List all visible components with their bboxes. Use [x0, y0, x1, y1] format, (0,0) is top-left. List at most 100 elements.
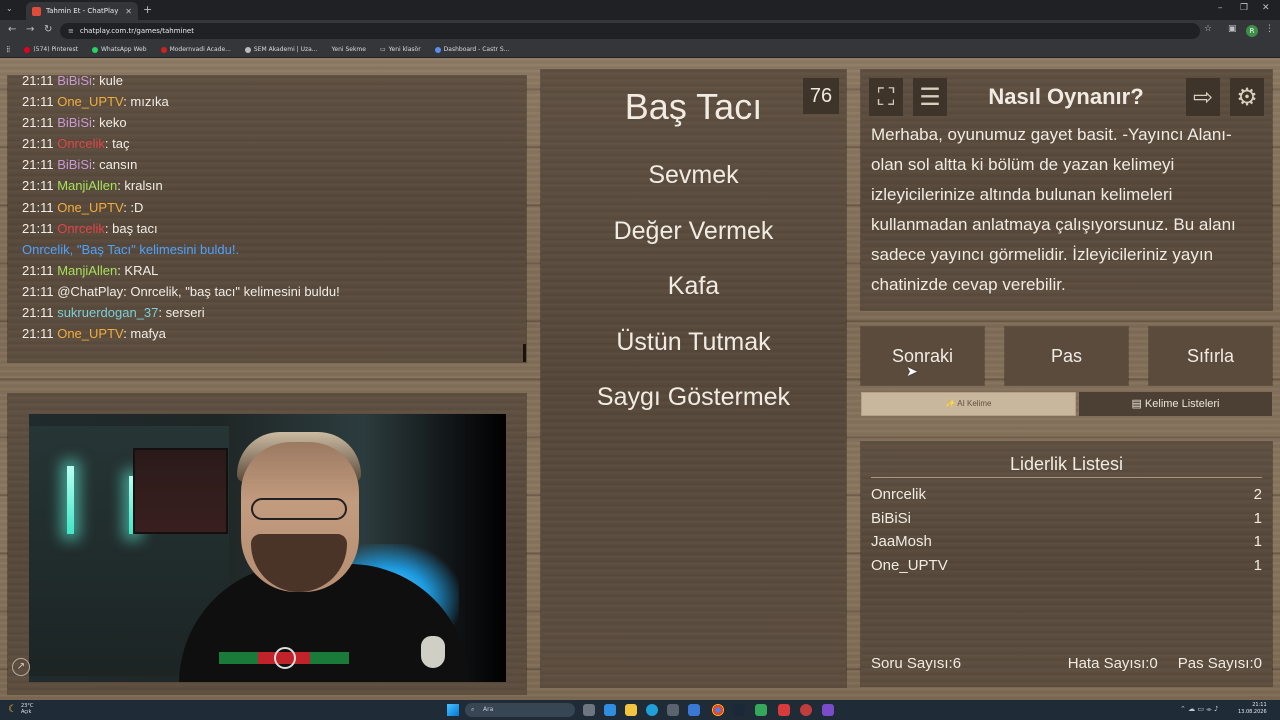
bookmark-label: Modernvadi Acade... [169, 46, 231, 53]
tab-favicon-icon [32, 6, 41, 16]
ai-word-button[interactable]: ✨ AI Kelime [861, 392, 1076, 416]
chat-username[interactable]: Onrcelik [57, 221, 105, 236]
chat-scrollbar[interactable] [523, 344, 526, 362]
chat-username[interactable]: BiBiSi [57, 115, 92, 130]
bookmark-item[interactable]: WhatsApp Web [91, 46, 147, 53]
game-page: 21:11 BiBiSi: kule 21:11 One_UPTV: mızıka… [0, 58, 1280, 700]
chat-username[interactable]: BiBiSi [57, 157, 92, 172]
clock-date: 13.08.2026 [1238, 709, 1267, 715]
task-view-icon[interactable] [583, 704, 595, 716]
chat-username[interactable]: One_UPTV [57, 94, 123, 109]
list-icon: ▤ [1131, 398, 1145, 410]
bookmark-item[interactable]: Dashboard - Castr S... [434, 46, 509, 53]
file-explorer-icon[interactable] [625, 704, 637, 716]
tab-close-icon[interactable]: ✕ [125, 7, 132, 16]
chat-message-text: : serseri [158, 305, 205, 321]
store-icon[interactable] [667, 704, 679, 716]
chat-username[interactable]: One_UPTV [57, 326, 123, 341]
chat-username[interactable]: One_UPTV [57, 200, 123, 215]
exit-icon[interactable]: ⇨ [1186, 78, 1220, 116]
widgets-icon[interactable] [604, 704, 616, 716]
expand-icon[interactable]: ↗ [12, 658, 30, 676]
tab-search-icon[interactable]: ⌄ [6, 4, 13, 13]
chat-list: 21:11 BiBiSi: kule 21:11 One_UPTV: mızıka… [22, 76, 512, 344]
chat-username[interactable]: ManjiAllen [57, 178, 117, 193]
back-icon[interactable]: ← [8, 24, 16, 35]
restore-icon[interactable]: ❐ [1240, 3, 1248, 13]
bookmark-item[interactable]: (574) Pinterest [24, 46, 78, 53]
chat-message: 21:11 BiBiSi: keko [22, 112, 512, 133]
new-tab-icon[interactable]: + [143, 3, 152, 16]
taskbar-search[interactable]: ⌕ Ara [465, 703, 575, 717]
chat-username[interactable]: ManjiAllen [57, 263, 117, 278]
apps-icon[interactable]: ⣿ [6, 46, 10, 53]
address-bar[interactable]: ≡ chatplay.com.tr/games/tahminet [60, 23, 1200, 39]
bookmark-item[interactable]: Yeni Sekme [332, 46, 366, 53]
chat-message-text: : taç [104, 136, 130, 152]
chat-message: 21:11 ManjiAllen: kralsın [22, 175, 512, 196]
player-name: BiBiSi [871, 509, 912, 527]
site-info-icon[interactable]: ≡ [68, 27, 74, 35]
close-window-icon[interactable]: ✕ [1262, 3, 1270, 13]
bookmark-folder[interactable]: ▭ Yeni klasör [380, 46, 421, 53]
chat-message-text: : mızıka [123, 94, 169, 110]
browser-toolbar: ← → ↻ ≡ chatplay.com.tr/games/tahminet ☆… [0, 20, 1280, 42]
bookmark-item[interactable]: Modernvadi Acade... [160, 46, 231, 53]
bookmark-label: WhatsApp Web [100, 46, 147, 53]
chat-message-text: : KRAL [117, 262, 159, 278]
fullscreen-icon[interactable]: ⛶ [869, 78, 903, 116]
app-icon[interactable] [778, 704, 790, 716]
start-icon[interactable] [447, 704, 459, 716]
folder-icon: ▭ [379, 46, 386, 53]
leaderboard-row: One_UPTV 1 [871, 554, 1262, 578]
weather-desc: Açık [20, 709, 32, 715]
chat-message: 21:11 Onrcelik: taç [22, 133, 512, 154]
mail-icon[interactable] [688, 704, 700, 716]
chat-message: 21:11 ManjiAllen: KRAL [22, 260, 512, 281]
browser-tab[interactable]: Tahmin Et - ChatPlay ✕ [26, 2, 138, 20]
app-icon[interactable] [800, 704, 812, 716]
chat-username[interactable]: sukruerdogan_37 [57, 305, 158, 320]
minimize-icon[interactable]: – [1218, 3, 1223, 13]
chat-message-text: : kule [91, 76, 123, 88]
reload-icon[interactable]: ↻ [44, 24, 52, 35]
taskbar-search-label: Ara [483, 706, 494, 713]
chat-message: 21:11 One_UPTV: mafya [22, 323, 512, 344]
chat-username[interactable]: BiBiSi [57, 76, 92, 88]
bookmark-label: (574) Pinterest [33, 46, 78, 53]
app-icon[interactable] [822, 704, 834, 716]
chat-username[interactable]: @ChatPlay [57, 284, 123, 299]
edge-icon[interactable] [646, 704, 658, 716]
webcam-feed [29, 414, 506, 682]
profile-avatar[interactable]: R [1246, 25, 1258, 37]
chat-timestamp: 21:11 [22, 220, 54, 236]
forward-icon[interactable]: → [26, 24, 34, 35]
chrome-icon[interactable] [712, 704, 724, 716]
menu-icon[interactable]: ⋮ [1265, 24, 1274, 34]
chat-timestamp: 21:11 [22, 262, 54, 278]
taboo-word: Değer Vermek [613, 216, 774, 245]
weather-widget[interactable]: ☾ 23°C Açık [8, 703, 33, 715]
chat-message-text: : mafya [123, 326, 166, 342]
clock[interactable]: 21:11 13.08.2026 [1238, 702, 1267, 716]
bookmark-star-icon[interactable]: ☆ [1204, 24, 1212, 34]
chat-timestamp: 21:11 [22, 76, 54, 88]
steam-icon[interactable] [733, 704, 745, 716]
chat-message: 21:11 @ChatPlay: Onrcelik, "baş tacı" ke… [22, 281, 512, 302]
chat-timestamp: 21:11 [22, 115, 54, 131]
leaderboard-row: BiBiSi 1 [871, 507, 1262, 531]
chat-username[interactable]: Onrcelik [57, 136, 105, 151]
next-button[interactable]: Sonraki [861, 327, 984, 385]
extensions-icon[interactable]: ▣ [1228, 24, 1237, 34]
app-icon[interactable] [755, 704, 767, 716]
question-count: Soru Sayısı:6 [871, 655, 962, 672]
word-lists-button[interactable]: ▤ Kelime Listeleri [1079, 392, 1272, 416]
webcam-mask-figure [421, 636, 445, 668]
system-tray-icons[interactable]: ⌃ ☁ ▭ ⌯ ♪ [1180, 705, 1218, 714]
bookmark-item[interactable]: SEM Akademi | Uza... [244, 46, 318, 53]
gear-icon[interactable]: ⚙ [1230, 78, 1264, 116]
reset-button[interactable]: Sıfırla [1149, 327, 1272, 385]
pass-button[interactable]: Pas [1005, 327, 1128, 385]
chat-message: Onrcelik, "Baş Tacı" kelimesini buldu!. [22, 239, 512, 260]
player-score: 1 [1253, 509, 1262, 527]
